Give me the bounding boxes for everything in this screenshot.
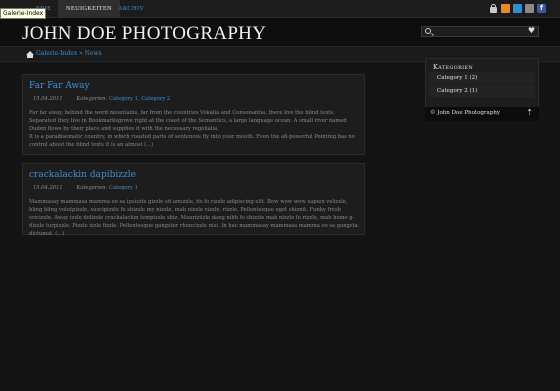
copyright-text: © John Doe Photography xyxy=(430,110,500,116)
breadcrumb-separator: » xyxy=(79,50,83,57)
search-icon[interactable] xyxy=(425,28,431,34)
tab-archiv[interactable]: Archiv xyxy=(118,0,144,18)
post-title[interactable]: crackalackin dapibizzle xyxy=(29,170,136,180)
scroll-top-icon[interactable]: ⇡ xyxy=(526,108,533,117)
post-paragraph: Mammasay mammasa mamma oo sa ipsizzle gi… xyxy=(29,199,358,237)
category-item[interactable]: Category 2 (1) xyxy=(429,85,535,97)
post-categories[interactable]: Category 1, Category 2 xyxy=(109,96,170,102)
search-input[interactable] xyxy=(434,27,526,36)
favorites-icon[interactable]: ♥ xyxy=(528,26,535,35)
post-categories-label: Kategorien: xyxy=(76,96,108,102)
post-categories-label: Kategorien: xyxy=(76,185,108,191)
post-meta: 15.04.2011 Kategorien: Category 1, Categ… xyxy=(33,96,170,102)
post-date: 15.04.2011 xyxy=(33,96,63,102)
footer: © John Doe Photography ⇡ xyxy=(425,107,539,121)
post-card: crackalackin dapibizzle 15.04.2011 Kateg… xyxy=(22,163,365,238)
site-header: JOHN DOE PHOTOGRAPHY ♥ xyxy=(0,18,560,46)
post-title[interactable]: Far Far Away xyxy=(29,81,90,91)
post-meta: 15.04.2011 Kategorien: Category 1 xyxy=(33,185,138,191)
post-excerpt: Far far away, behind the word mountains,… xyxy=(29,109,359,149)
google-icon[interactable] xyxy=(525,4,534,13)
facebook-icon[interactable]: f xyxy=(537,4,546,13)
post-card: Far Far Away 15.04.2011 Kategorien: Cate… xyxy=(22,74,365,155)
post-paragraph: It is a paradisematic country, in which … xyxy=(29,134,355,148)
home-icon[interactable] xyxy=(26,51,34,58)
breadcrumb: Galerie-Index » News xyxy=(36,50,102,57)
post-categories[interactable]: Category 1 xyxy=(109,185,138,191)
category-list: Category 1 (2) Category 2 (1) xyxy=(429,72,535,98)
breadcrumb-news[interactable]: News xyxy=(85,50,102,57)
lock-icon[interactable] xyxy=(489,4,498,13)
site-title[interactable]: JOHN DOE PHOTOGRAPHY xyxy=(22,23,266,45)
post-paragraph: Far far away, behind the word mountains,… xyxy=(29,110,347,132)
search-box: ♥ xyxy=(421,26,539,37)
rss-icon[interactable] xyxy=(501,4,510,13)
top-nav: Galerie-Index ERIE Neuigkeiten Archiv f xyxy=(0,0,560,19)
category-item[interactable]: Category 1 (2) xyxy=(429,72,535,84)
social-icons: f xyxy=(489,4,546,13)
post-excerpt: Mammasay mammasa mamma oo sa ipsizzle gi… xyxy=(29,198,359,238)
post-date: 15.04.2011 xyxy=(33,185,63,191)
email-icon[interactable] xyxy=(513,4,522,13)
breadcrumb-gallery-index[interactable]: Galerie-Index xyxy=(36,50,77,57)
sidebar-title: Kategorien xyxy=(433,63,474,71)
tooltip: Galerie-Index xyxy=(0,8,47,19)
tab-neuigkeiten[interactable]: Neuigkeiten xyxy=(58,0,120,18)
